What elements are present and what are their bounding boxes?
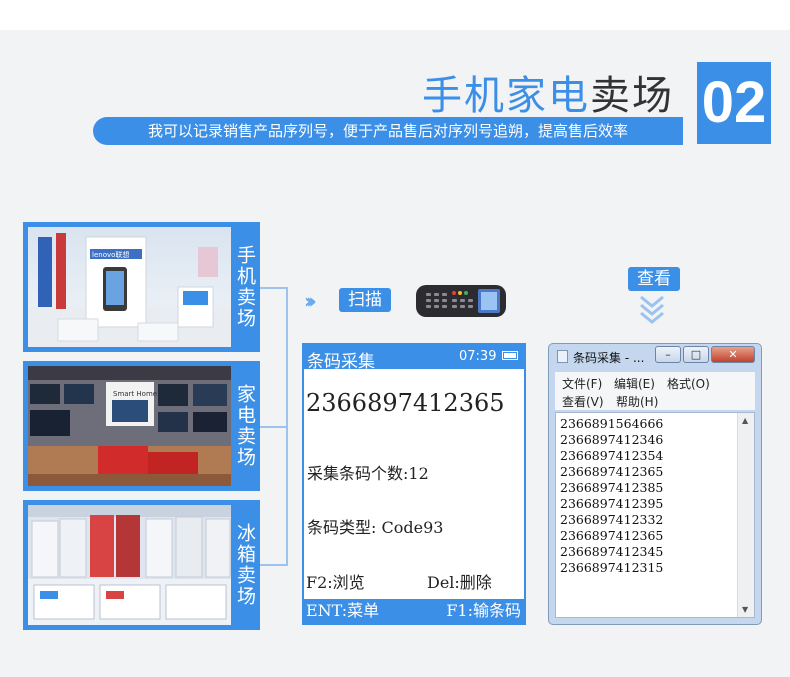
lenovo-sign: lenovo联想 bbox=[92, 250, 129, 259]
photo-card-appliance-store: Smart Home 家电卖场 bbox=[23, 361, 260, 491]
scanned-barcode: 2366897412365 bbox=[306, 389, 505, 417]
maximize-button[interactable]: □ bbox=[683, 346, 709, 363]
menu-edit[interactable]: 编辑(E) bbox=[614, 375, 655, 392]
notepad-icon bbox=[557, 350, 568, 363]
del-delete-key: Del:删除 bbox=[427, 573, 492, 592]
list-item: 2366897412345 bbox=[560, 544, 664, 559]
appliance-store-caption: 家电卖场 bbox=[234, 384, 256, 468]
menu-help[interactable]: 帮助(H) bbox=[616, 393, 658, 410]
window-title: 条码采集 - ... bbox=[573, 351, 645, 365]
f1-input-key: F1:输条码 bbox=[446, 601, 521, 620]
window-titlebar[interactable]: 条码采集 - ... – □ ✕ bbox=[549, 344, 761, 370]
scan-label: 扫描 bbox=[339, 288, 391, 312]
fridge-store-image bbox=[28, 505, 231, 625]
top-band bbox=[0, 0, 790, 30]
notepad-window: 条码采集 - ... – □ ✕ 文件(F) 编辑(E) 格式(O) 查看(V)… bbox=[548, 343, 762, 625]
scroll-down-icon[interactable]: ▼ bbox=[742, 605, 748, 614]
barcode-type: 条码类型: Code93 bbox=[307, 518, 444, 537]
menu-bar: 文件(F) 编辑(E) 格式(O) 查看(V) 帮助(H) bbox=[555, 372, 755, 410]
ent-menu-key: ENT:菜单 bbox=[306, 601, 380, 620]
photo-card-phone-store: lenovo联想 手机卖场 bbox=[23, 222, 260, 352]
list-item: 2366897412315 bbox=[560, 560, 664, 575]
f2-browse-key: F2:浏览 bbox=[306, 573, 365, 592]
section-number: 02 bbox=[697, 62, 771, 144]
vertical-scrollbar[interactable]: ▲ ▼ bbox=[737, 413, 754, 617]
screen-title: 条码采集 bbox=[307, 352, 375, 372]
list-item: 2366897412395 bbox=[560, 496, 664, 511]
list-item: 2366897412354 bbox=[560, 448, 664, 463]
menu-view[interactable]: 查看(V) bbox=[562, 393, 604, 410]
subtitle-banner: 我可以记录销售产品序列号，便于产品售后对序列号追朔，提高售后效率 bbox=[93, 117, 683, 145]
text-area[interactable]: 2366891564666 2366897412346 236689741235… bbox=[555, 412, 755, 618]
list-item: 2366897412385 bbox=[560, 480, 664, 495]
smart-home-sign: Smart Home bbox=[113, 390, 157, 398]
list-item: 2366891564666 bbox=[560, 416, 664, 431]
appliance-store-image: Smart Home bbox=[28, 366, 231, 486]
screen-footer-bar: ENT:菜单 F1:输条码 bbox=[304, 599, 524, 623]
minimize-button[interactable]: – bbox=[655, 346, 681, 363]
menu-file[interactable]: 文件(F) bbox=[562, 375, 602, 392]
battery-icon bbox=[502, 351, 518, 360]
photo-card-fridge-store: 冰箱卖场 bbox=[23, 500, 260, 630]
screen-header-bar: 条码采集 07:39 bbox=[304, 345, 524, 372]
chevron-down-icon bbox=[639, 295, 665, 329]
title-part-2: 卖场 bbox=[590, 73, 674, 119]
list-item: 2366897412365 bbox=[560, 528, 664, 543]
screen-time: 07:39 bbox=[459, 349, 497, 364]
barcode-count: 采集条码个数:12 bbox=[307, 464, 429, 483]
menu-format[interactable]: 格式(O) bbox=[667, 375, 710, 392]
scroll-up-icon[interactable]: ▲ bbox=[742, 416, 748, 425]
connector-middle-line bbox=[260, 426, 288, 428]
page-title: 手机家电卖场 bbox=[422, 63, 674, 121]
barcode-list: 2366891564666 2366897412346 236689741235… bbox=[560, 416, 663, 576]
fridge-store-caption: 冰箱卖场 bbox=[234, 523, 256, 607]
scanner-screen: 条码采集 07:39 2366897412365 采集条码个数:12 条码类型:… bbox=[302, 343, 526, 625]
scanner-device-icon bbox=[414, 281, 508, 325]
close-button[interactable]: ✕ bbox=[711, 346, 755, 363]
view-label: 查看 bbox=[628, 267, 680, 291]
chevron-right-icon: ››› bbox=[304, 289, 317, 313]
list-item: 2366897412365 bbox=[560, 464, 664, 479]
phone-store-caption: 手机卖场 bbox=[234, 245, 256, 329]
phone-store-image: lenovo联想 bbox=[28, 227, 231, 347]
list-item: 2366897412346 bbox=[560, 432, 664, 447]
list-item: 2366897412332 bbox=[560, 512, 664, 527]
title-part-1: 手机家电 bbox=[422, 73, 590, 119]
